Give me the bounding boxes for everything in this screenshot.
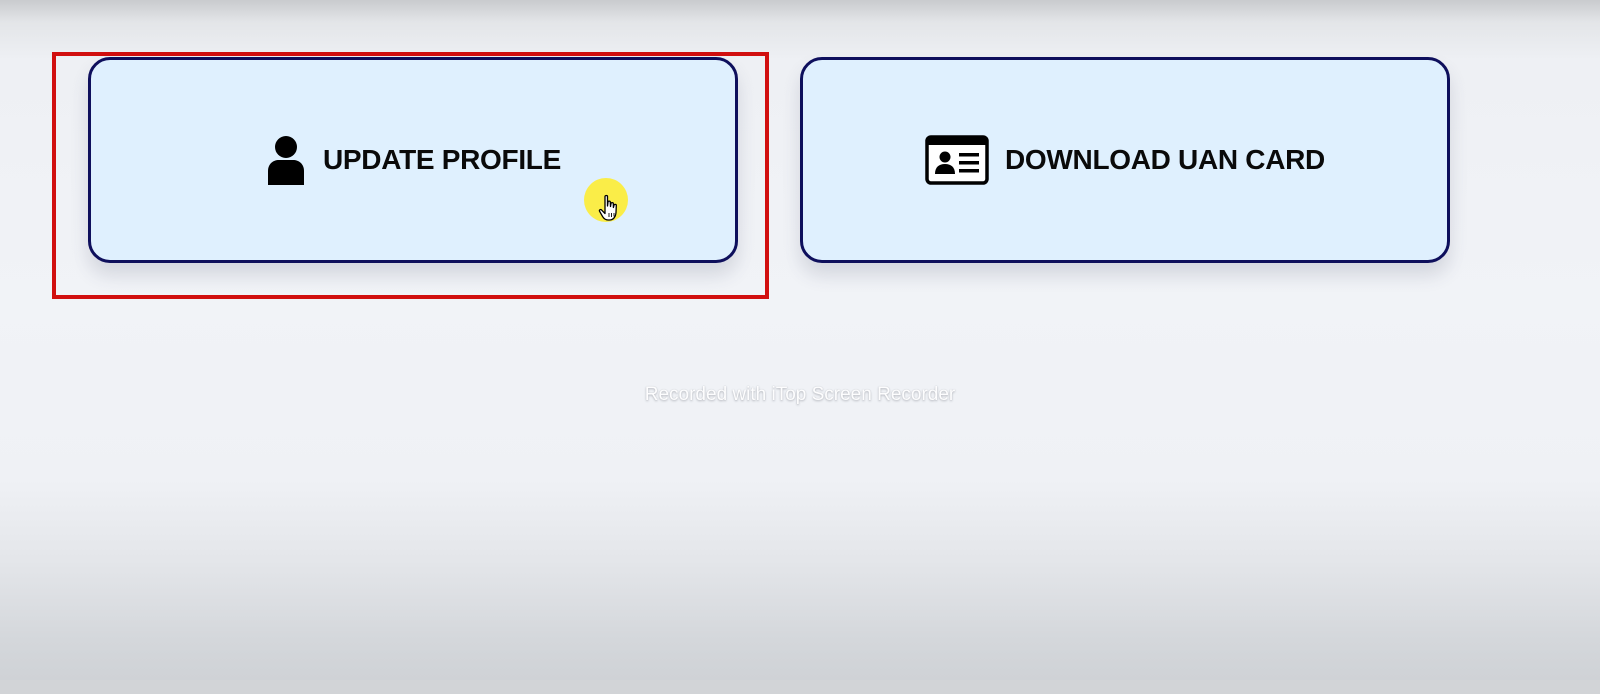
- download-uan-card-button[interactable]: DOWNLOAD UAN CARD: [800, 57, 1450, 263]
- download-uan-card-content: DOWNLOAD UAN CARD: [925, 135, 1325, 185]
- download-uan-card-label: DOWNLOAD UAN CARD: [1005, 144, 1325, 175]
- user-icon: [265, 135, 307, 185]
- update-profile-button[interactable]: UPDATE PROFILE: [88, 57, 738, 263]
- update-profile-label: UPDATE PROFILE: [323, 144, 561, 175]
- id-card-icon: [925, 135, 989, 185]
- bottom-strip: [0, 680, 1600, 694]
- update-profile-content: UPDATE PROFILE: [265, 135, 561, 185]
- recorder-watermark: Recorded with iTop Screen Recorder: [644, 384, 956, 405]
